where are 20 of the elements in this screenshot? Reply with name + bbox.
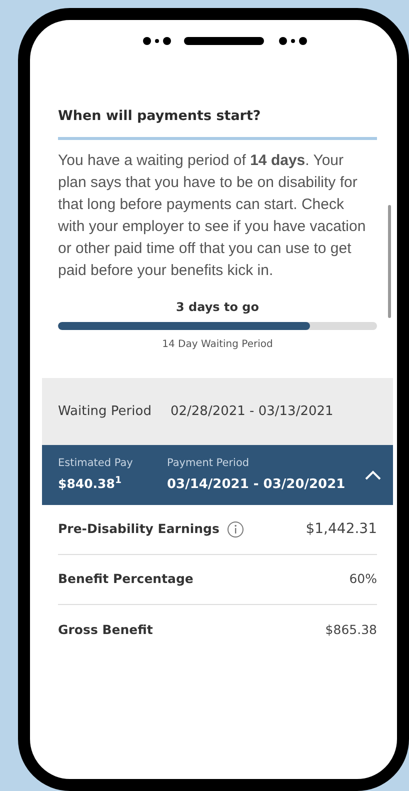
progress-label: 14 Day Waiting Period: [161, 338, 274, 352]
progress-caption: 3 days to go: [175, 299, 260, 316]
estimated-pay-label: Estimated Pay: [58, 456, 134, 472]
detail-label: Benefit Percentage: [58, 570, 194, 588]
chevron-icon: [365, 470, 381, 480]
detail-value: $865.38: [325, 620, 377, 639]
detail-value: $1,442.31: [306, 520, 377, 539]
detail-label: Pre-Disability Earnings: [58, 520, 220, 538]
payment-period-label: Payment Period: [167, 456, 250, 471]
payment-header[interactable]: Estimated Pay $840.38$^{1}$ Payment Period 03/14/2021 - 03/20/2021: [42, 445, 393, 505]
detail-value: 60%: [349, 570, 377, 588]
payment-period-value: 03/14/2021 - 03/20/2021: [167, 476, 346, 494]
scrollbar[interactable]: [388, 205, 391, 318]
info-icon[interactable]: [227, 521, 244, 538]
estimated-pay-value: $840.38$^{1}$: [58, 475, 122, 493]
waiting-period-dates: 02/28/2021 - 03/13/2021: [170, 402, 334, 421]
waiting-period-label: Waiting Period: [58, 402, 152, 421]
paragraph: You have a waiting period of 14 days. Your plan says that you have to be on disability for that long before payments can start. Check with your employer to see if you have vacation or other paid time off that you can use to get paid before your benefits kick in.: [58, 151, 367, 281]
detail-label: Gross Benefit: [58, 620, 153, 639]
section-title: When will payments start?: [58, 107, 262, 126]
